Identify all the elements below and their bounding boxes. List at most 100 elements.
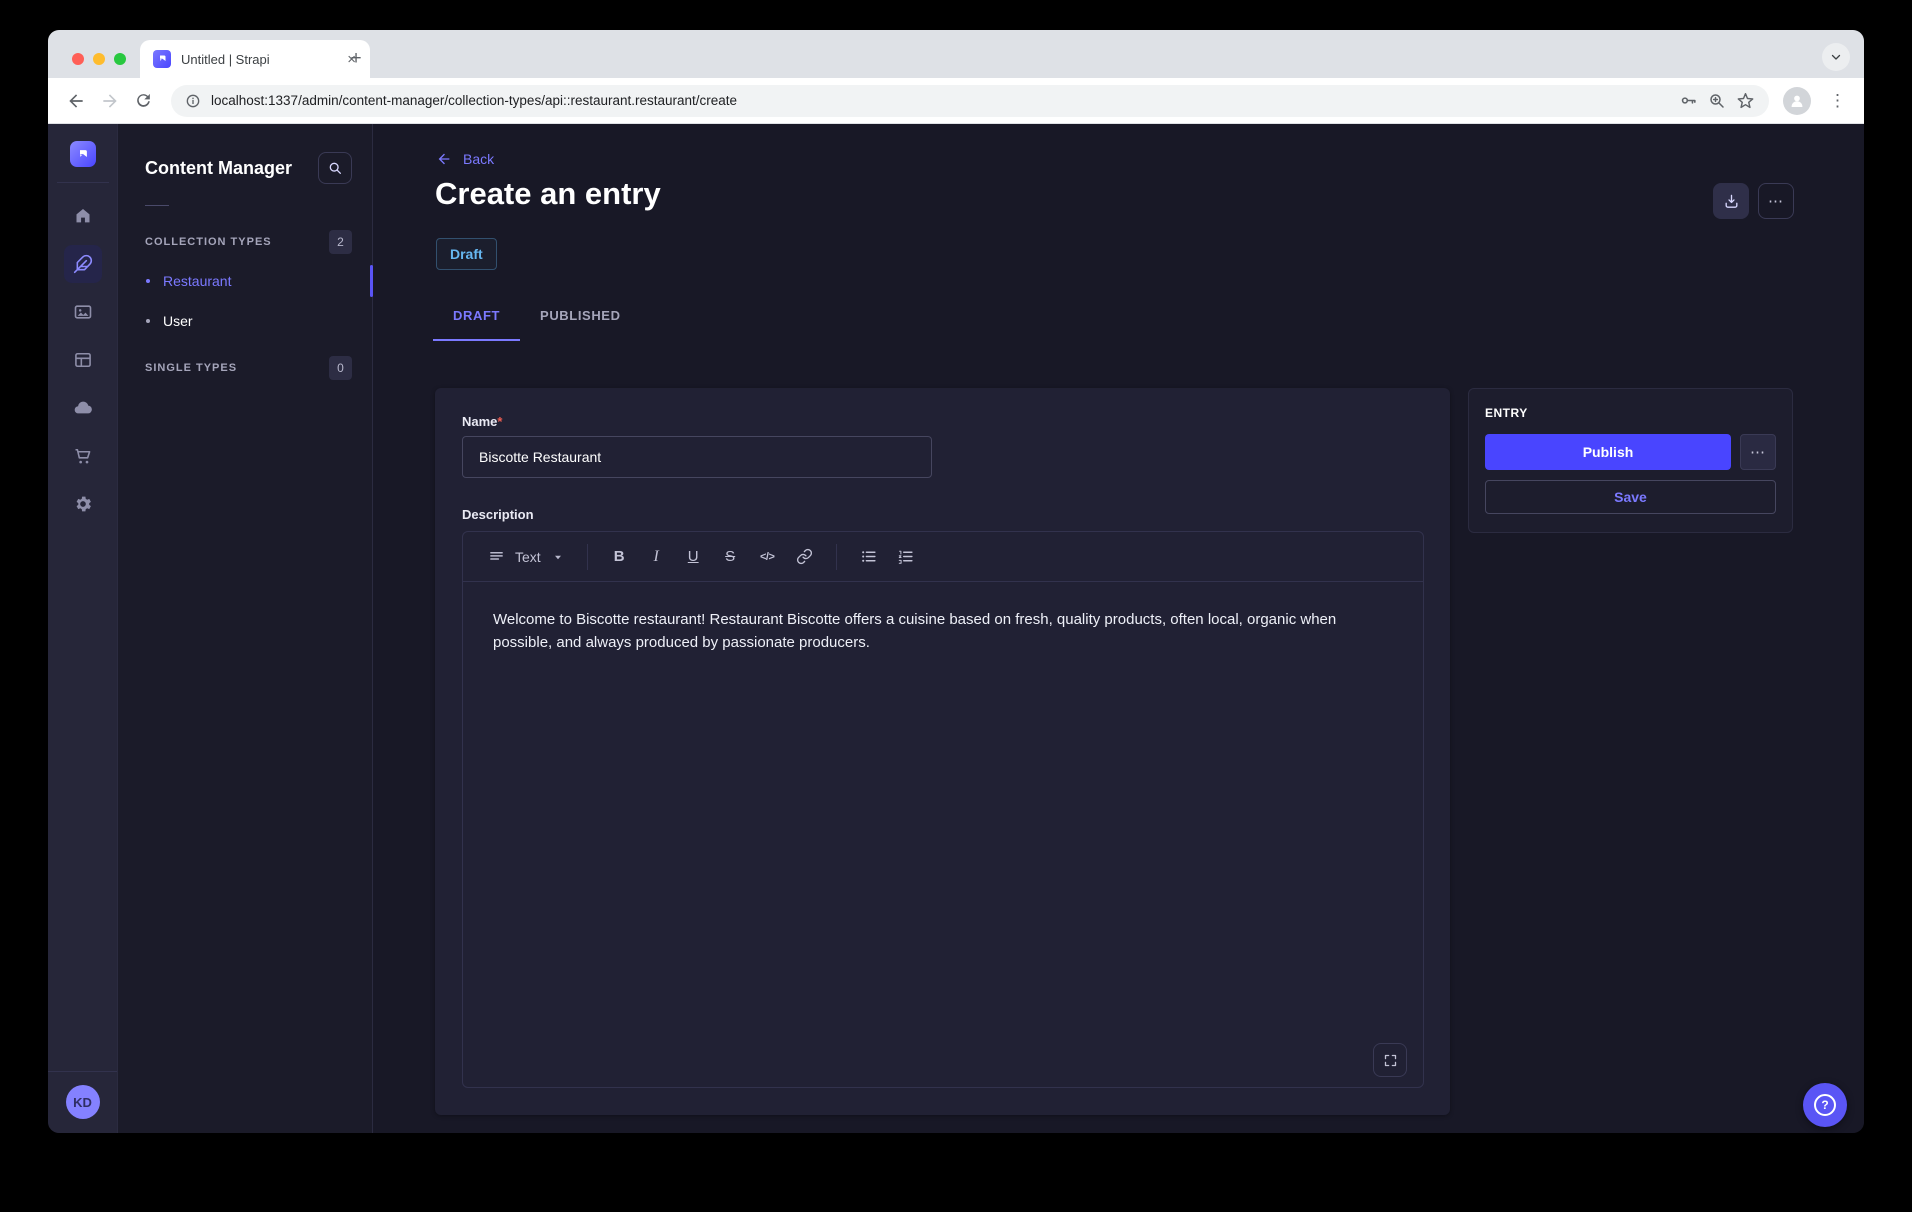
- marketplace-nav-button[interactable]: [64, 437, 102, 475]
- strapi-logo[interactable]: [70, 141, 96, 167]
- description-field-label: Description: [462, 507, 1424, 522]
- collection-types-section-header: COLLECTION TYPES 2: [118, 230, 372, 254]
- window-controls: [72, 53, 126, 65]
- address-bar[interactable]: localhost:1337/admin/content-manager/col…: [171, 85, 1769, 117]
- name-field-label: Name*: [462, 414, 1424, 429]
- content-manager-nav-button[interactable]: [64, 245, 102, 283]
- rail-divider: [57, 182, 109, 183]
- underline-button[interactable]: U: [677, 540, 710, 573]
- browser-menu-button[interactable]: ⋮: [1825, 91, 1850, 111]
- search-icon: [327, 160, 343, 176]
- export-button[interactable]: [1713, 183, 1749, 219]
- sidebar-title: Content Manager: [145, 158, 292, 179]
- browser-tabstrip: Untitled | Strapi × +: [48, 30, 1864, 78]
- search-button[interactable]: [318, 152, 352, 184]
- bullet-list-button[interactable]: [852, 540, 885, 573]
- editor-toolbar: Text B I U S </>: [463, 532, 1423, 582]
- content-type-builder-nav-button[interactable]: [64, 341, 102, 379]
- back-link[interactable]: Back: [436, 151, 494, 167]
- description-content[interactable]: Welcome to Biscotte restaurant! Restaura…: [463, 582, 1423, 1087]
- bookmark-star-icon[interactable]: [1736, 91, 1755, 110]
- header-actions: ⋯: [1713, 183, 1794, 219]
- browser-tab[interactable]: Untitled | Strapi ×: [140, 40, 370, 78]
- forward-button[interactable]: [100, 91, 120, 111]
- name-input[interactable]: [462, 436, 932, 478]
- save-button[interactable]: Save: [1485, 480, 1776, 514]
- avatar-initials: KD: [73, 1095, 92, 1110]
- sidebar-item-restaurant[interactable]: Restaurant: [118, 261, 372, 301]
- url-text[interactable]: localhost:1337/admin/content-manager/col…: [211, 93, 1669, 108]
- code-button[interactable]: </>: [751, 540, 784, 573]
- minimize-window-button[interactable]: [93, 53, 105, 65]
- required-asterisk: *: [497, 414, 502, 429]
- cart-icon: [73, 446, 93, 466]
- link-button[interactable]: [788, 540, 821, 573]
- caret-down-icon: [552, 551, 564, 563]
- tab-published[interactable]: PUBLISHED: [520, 308, 641, 341]
- browser-profile-avatar[interactable]: [1783, 87, 1811, 115]
- numbered-list-button[interactable]: [889, 540, 922, 573]
- entry-form-card: Name* Description Text B: [435, 388, 1450, 1115]
- more-icon: ⋯: [1768, 192, 1784, 210]
- download-icon: [1723, 193, 1740, 210]
- media-library-nav-button[interactable]: [64, 293, 102, 331]
- home-icon: [73, 206, 93, 226]
- section-label: COLLECTION TYPES: [145, 236, 272, 248]
- more-icon: ⋯: [1750, 443, 1766, 461]
- version-tabs: DRAFT PUBLISHED: [433, 308, 641, 341]
- help-button[interactable]: ?: [1803, 1083, 1847, 1127]
- browser-window: Untitled | Strapi × + localhost:1337/adm…: [48, 30, 1864, 1133]
- bullet-icon: [146, 319, 150, 323]
- bullet-icon: [146, 279, 150, 283]
- status-badge: Draft: [436, 238, 497, 270]
- main-navigation-rail: KD: [48, 124, 118, 1133]
- numbered-list-icon: [897, 548, 914, 565]
- entry-more-button[interactable]: ⋯: [1740, 434, 1776, 470]
- header-more-button[interactable]: ⋯: [1758, 183, 1794, 219]
- feather-icon: [73, 254, 93, 274]
- collection-types-count-badge: 2: [329, 230, 352, 254]
- chevron-down-icon: [1830, 51, 1842, 63]
- entry-panel: ENTRY Publish ⋯ Save: [1468, 388, 1793, 533]
- maximize-window-button[interactable]: [114, 53, 126, 65]
- single-types-section-header: SINGLE TYPES 0: [118, 356, 372, 380]
- strapi-favicon-icon: [153, 50, 171, 68]
- publish-button[interactable]: Publish: [1485, 434, 1731, 470]
- new-tab-button[interactable]: +: [343, 46, 369, 72]
- site-info-icon[interactable]: [185, 93, 201, 109]
- paragraph-lines-icon: [489, 549, 504, 564]
- close-window-button[interactable]: [72, 53, 84, 65]
- sidebar-item-user[interactable]: User: [118, 301, 372, 341]
- page-title: Create an entry: [435, 176, 661, 212]
- reload-button[interactable]: [134, 91, 153, 110]
- strapi-app: KD Content Manager COLLECTION TYPES 2 Re…: [48, 124, 1864, 1133]
- question-mark-icon: ?: [1814, 1094, 1836, 1116]
- layout-icon: [73, 350, 93, 370]
- bullet-list-icon: [860, 548, 877, 565]
- name-label-text: Name: [462, 414, 497, 429]
- home-nav-button[interactable]: [64, 197, 102, 235]
- password-key-icon[interactable]: [1679, 91, 1698, 110]
- tab-search-button[interactable]: [1822, 43, 1850, 71]
- tab-draft[interactable]: DRAFT: [433, 308, 520, 341]
- cloud-nav-button[interactable]: [64, 389, 102, 427]
- italic-button[interactable]: I: [640, 540, 673, 573]
- user-avatar[interactable]: KD: [66, 1085, 100, 1119]
- tab-title: Untitled | Strapi: [181, 52, 345, 67]
- toolbar-separator: [587, 544, 588, 570]
- expand-editor-button[interactable]: [1373, 1043, 1407, 1077]
- format-label: Text: [515, 549, 541, 565]
- zoom-icon[interactable]: [1708, 92, 1726, 110]
- block-format-dropdown[interactable]: Text: [479, 540, 574, 574]
- gear-icon: [73, 494, 93, 514]
- section-label: SINGLE TYPES: [145, 362, 237, 374]
- entry-panel-title: ENTRY: [1485, 406, 1776, 420]
- back-button[interactable]: [66, 91, 86, 111]
- bold-button[interactable]: B: [603, 540, 636, 573]
- link-icon: [796, 548, 813, 565]
- strikethrough-button[interactable]: S: [714, 540, 747, 573]
- rail-footer: KD: [48, 1071, 117, 1133]
- single-types-count-badge: 0: [329, 356, 352, 380]
- settings-nav-button[interactable]: [64, 485, 102, 523]
- toolbar-separator: [836, 544, 837, 570]
